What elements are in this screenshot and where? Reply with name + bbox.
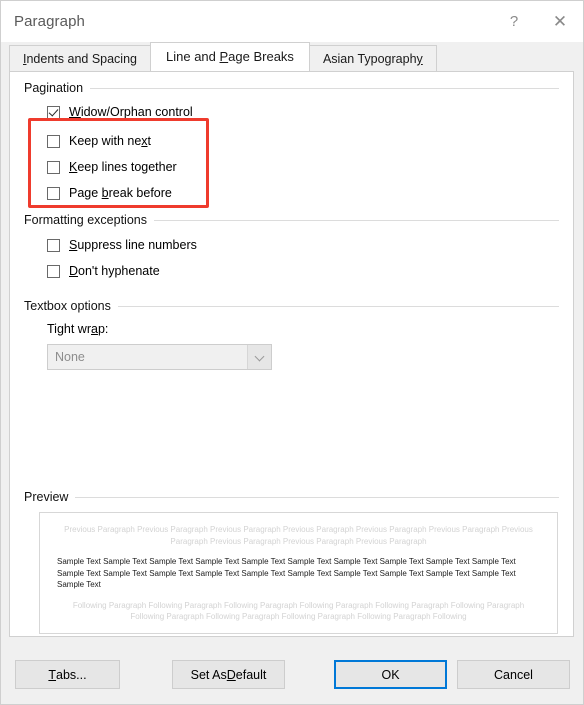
help-icon[interactable]: ?	[491, 1, 537, 42]
tab-line-and-page-breaks[interactable]: Line and Page Breaks	[150, 42, 310, 71]
pagination-group-header: Pagination	[10, 81, 573, 95]
preview-sample-text: Sample Text Sample Text Sample Text Samp…	[57, 557, 516, 589]
checkbox-label: Keep with next	[69, 134, 152, 148]
close-icon[interactable]: ✕	[537, 1, 583, 42]
tab-label-pre: Asian Typograph	[322, 52, 417, 66]
textbox-options-group-header: Textbox options	[10, 299, 573, 313]
checkbox-box[interactable]	[47, 238, 60, 252]
tab-accel-key: y	[416, 52, 423, 66]
tight-wrap-dropdown[interactable]: None	[47, 344, 272, 370]
title-bar-buttons: ? ✕	[491, 1, 583, 42]
preview-group-header: Preview	[10, 490, 573, 504]
checkbox-box[interactable]	[47, 186, 60, 200]
dialog-title: Paragraph	[14, 13, 85, 30]
textbox-options-group-label: Textbox options	[24, 299, 111, 313]
checkbox-box[interactable]	[47, 160, 60, 174]
group-divider	[90, 87, 559, 89]
preview-group: Preview	[10, 490, 573, 504]
checkbox-box[interactable]	[47, 134, 60, 148]
title-bar: Paragraph ? ✕	[1, 1, 583, 42]
paragraph-dialog: Paragraph ? ✕ Indents and Spacing Line a…	[0, 0, 584, 705]
group-divider	[117, 305, 559, 307]
checkbox-page-break-before[interactable]: Page break before	[10, 181, 573, 205]
ok-button[interactable]: OK	[334, 660, 447, 689]
checkbox-label: Keep lines together	[69, 160, 177, 174]
tab-asian-typography[interactable]: Asian Typography	[308, 45, 437, 71]
checkbox-label: Suppress line numbers	[69, 238, 197, 252]
checkbox-box[interactable]	[47, 264, 60, 278]
tab-accel-key: P	[219, 49, 229, 64]
formatting-exceptions-group: Formatting exceptions Suppress line numb…	[10, 213, 573, 283]
tab-label-post: ndents and Spacing	[26, 52, 137, 66]
pagination-group: Pagination Widow/Orphan control Keep wit…	[10, 81, 573, 205]
tab-label-post: age Breaks	[228, 49, 294, 64]
preview-box: Previous Paragraph Previous Paragraph Pr…	[39, 512, 558, 634]
cancel-button[interactable]: Cancel	[457, 660, 570, 689]
checkbox-keep-lines-together[interactable]: Keep lines together	[10, 155, 573, 179]
pagination-group-label: Pagination	[24, 81, 84, 95]
preview-previous-paragraph: Previous Paragraph Previous Paragraph Pr…	[64, 525, 533, 546]
tight-wrap-label: Tight wrap:	[47, 322, 109, 336]
chevron-down-icon[interactable]	[247, 345, 271, 369]
checkbox-label: Widow/Orphan control	[69, 105, 193, 119]
tab-content-panel: Pagination Widow/Orphan control Keep wit…	[9, 71, 574, 637]
formatting-exceptions-group-label: Formatting exceptions	[24, 213, 147, 227]
checkbox-suppress-line-numbers[interactable]: Suppress line numbers	[10, 233, 573, 257]
checkbox-keep-with-next[interactable]: Keep with next	[10, 129, 573, 153]
tab-strip: Indents and Spacing Line and Page Breaks…	[9, 42, 583, 71]
checkbox-label: Don't hyphenate	[69, 264, 160, 278]
checkbox-label: Page break before	[69, 186, 172, 200]
tab-indents-and-spacing[interactable]: Indents and Spacing	[9, 45, 151, 71]
checkbox-dont-hyphenate[interactable]: Don't hyphenate	[10, 259, 573, 283]
formatting-exceptions-group-header: Formatting exceptions	[10, 213, 573, 227]
preview-group-label: Preview	[24, 490, 69, 504]
tab-label-pre: Line and	[166, 49, 220, 64]
preview-following-paragraph: Following Paragraph Following Paragraph …	[72, 600, 525, 622]
textbox-options-group: Textbox options Tight wrap:	[10, 299, 573, 336]
checkbox-widow-orphan-control[interactable]: Widow/Orphan control	[10, 100, 573, 124]
group-divider	[75, 496, 559, 498]
set-as-default-button[interactable]: Set As Default	[172, 660, 285, 689]
tight-wrap-value: None	[55, 350, 85, 364]
checkbox-box[interactable]	[47, 105, 60, 119]
dialog-footer: Tabs... Set As Default OK Cancel	[1, 648, 583, 704]
tabs-button[interactable]: Tabs...	[15, 660, 120, 689]
group-divider	[153, 219, 559, 221]
